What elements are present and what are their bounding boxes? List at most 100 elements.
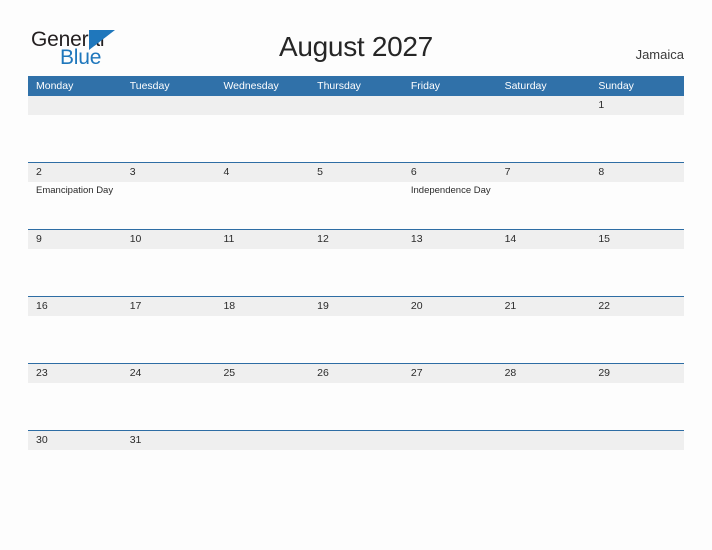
day-cell[interactable] <box>122 383 216 430</box>
day-number[interactable]: 26 <box>309 364 403 383</box>
day-number[interactable]: 15 <box>590 230 684 249</box>
weekday-header-monday: Monday <box>36 80 74 92</box>
day-number[interactable] <box>590 431 684 450</box>
day-number[interactable]: 18 <box>215 297 309 316</box>
day-number[interactable] <box>309 431 403 450</box>
day-cell[interactable] <box>497 249 591 296</box>
day-number[interactable] <box>215 96 309 115</box>
day-number[interactable]: 23 <box>28 364 122 383</box>
day-number[interactable]: 22 <box>590 297 684 316</box>
day-number[interactable] <box>403 431 497 450</box>
day-cell[interactable] <box>28 450 122 497</box>
day-cell[interactable] <box>28 249 122 296</box>
day-number[interactable]: 17 <box>122 297 216 316</box>
day-number[interactable]: 4 <box>215 163 309 182</box>
day-number[interactable]: 27 <box>403 364 497 383</box>
day-number[interactable]: 21 <box>497 297 591 316</box>
day-number[interactable]: 16 <box>28 297 122 316</box>
weekday-header-tuesday: Tuesday <box>129 80 170 92</box>
day-cell[interactable] <box>215 182 309 229</box>
day-cell[interactable] <box>122 115 216 162</box>
day-cell[interactable] <box>590 182 684 229</box>
day-cell[interactable] <box>590 249 684 296</box>
day-number[interactable] <box>215 431 309 450</box>
day-cell[interactable] <box>590 450 684 497</box>
day-cell[interactable] <box>122 182 216 229</box>
day-number[interactable]: 24 <box>122 364 216 383</box>
day-event: Independence Day <box>410 185 491 196</box>
day-number-band: 23 24 25 26 27 28 29 <box>28 364 684 383</box>
day-cell[interactable] <box>215 316 309 363</box>
day-number[interactable]: 8 <box>590 163 684 182</box>
day-cell[interactable] <box>403 316 497 363</box>
day-cell[interactable] <box>122 316 216 363</box>
day-number[interactable]: 1 <box>590 96 684 115</box>
day-number[interactable]: 30 <box>28 431 122 450</box>
day-cell[interactable] <box>403 115 497 162</box>
day-number[interactable] <box>497 431 591 450</box>
day-cell[interactable] <box>309 450 403 497</box>
day-cell[interactable] <box>28 115 122 162</box>
day-cell[interactable] <box>497 115 591 162</box>
page-title: August 2027 <box>279 31 433 62</box>
day-number[interactable] <box>403 96 497 115</box>
day-number[interactable]: 9 <box>28 230 122 249</box>
week-row: 16 17 18 19 20 21 22 <box>28 296 684 363</box>
calendar-grid: Monday Tuesday Wednesday Thursday Friday… <box>28 76 684 497</box>
day-number[interactable]: 12 <box>309 230 403 249</box>
day-cell[interactable] <box>309 182 403 229</box>
week-row: 9 10 11 12 13 14 15 <box>28 229 684 296</box>
day-cell[interactable] <box>215 249 309 296</box>
day-cell[interactable] <box>403 249 497 296</box>
day-cell[interactable] <box>497 450 591 497</box>
weekday-header-thursday: Thursday <box>317 80 361 92</box>
day-number[interactable]: 6 <box>403 163 497 182</box>
day-cell[interactable] <box>403 450 497 497</box>
day-cell[interactable] <box>309 383 403 430</box>
day-cell[interactable] <box>28 316 122 363</box>
day-number[interactable]: 3 <box>122 163 216 182</box>
day-cell[interactable] <box>590 115 684 162</box>
weekday-header-sunday: Sunday <box>598 80 634 92</box>
day-number[interactable]: 20 <box>403 297 497 316</box>
day-number[interactable] <box>497 96 591 115</box>
day-number[interactable]: 11 <box>215 230 309 249</box>
day-cell[interactable] <box>215 115 309 162</box>
day-cell[interactable] <box>28 383 122 430</box>
weekday-header-wednesday: Wednesday <box>223 80 279 92</box>
day-number[interactable]: 19 <box>309 297 403 316</box>
weekday-header-saturday: Saturday <box>504 80 547 92</box>
day-cell[interactable] <box>403 383 497 430</box>
day-cell[interactable] <box>497 383 591 430</box>
country-label: Jamaica <box>635 47 684 62</box>
day-cell[interactable] <box>215 383 309 430</box>
day-number[interactable] <box>28 96 122 115</box>
day-cell[interactable] <box>122 450 216 497</box>
day-cell[interactable] <box>309 115 403 162</box>
day-number[interactable]: 25 <box>215 364 309 383</box>
day-number[interactable]: 10 <box>122 230 216 249</box>
day-cell[interactable] <box>215 450 309 497</box>
day-event-band <box>28 316 684 363</box>
day-number[interactable]: 14 <box>497 230 591 249</box>
day-cell[interactable] <box>497 316 591 363</box>
day-number[interactable] <box>309 96 403 115</box>
day-cell[interactable]: Independence Day <box>403 182 497 229</box>
day-number[interactable]: 7 <box>497 163 591 182</box>
day-number[interactable]: 28 <box>497 364 591 383</box>
day-number[interactable]: 31 <box>122 431 216 450</box>
day-cell[interactable] <box>590 316 684 363</box>
day-number[interactable]: 13 <box>403 230 497 249</box>
day-cell[interactable] <box>590 383 684 430</box>
day-cell[interactable] <box>309 316 403 363</box>
day-event-band <box>28 450 684 497</box>
day-number[interactable]: 5 <box>309 163 403 182</box>
day-cell[interactable]: Emancipation Day <box>28 182 122 229</box>
day-cell[interactable] <box>497 182 591 229</box>
day-cell[interactable] <box>309 249 403 296</box>
day-number[interactable]: 29 <box>590 364 684 383</box>
weekday-header-friday: Friday <box>410 80 441 92</box>
day-number[interactable]: 2 <box>28 163 122 182</box>
day-cell[interactable] <box>122 249 216 296</box>
day-number[interactable] <box>122 96 216 115</box>
